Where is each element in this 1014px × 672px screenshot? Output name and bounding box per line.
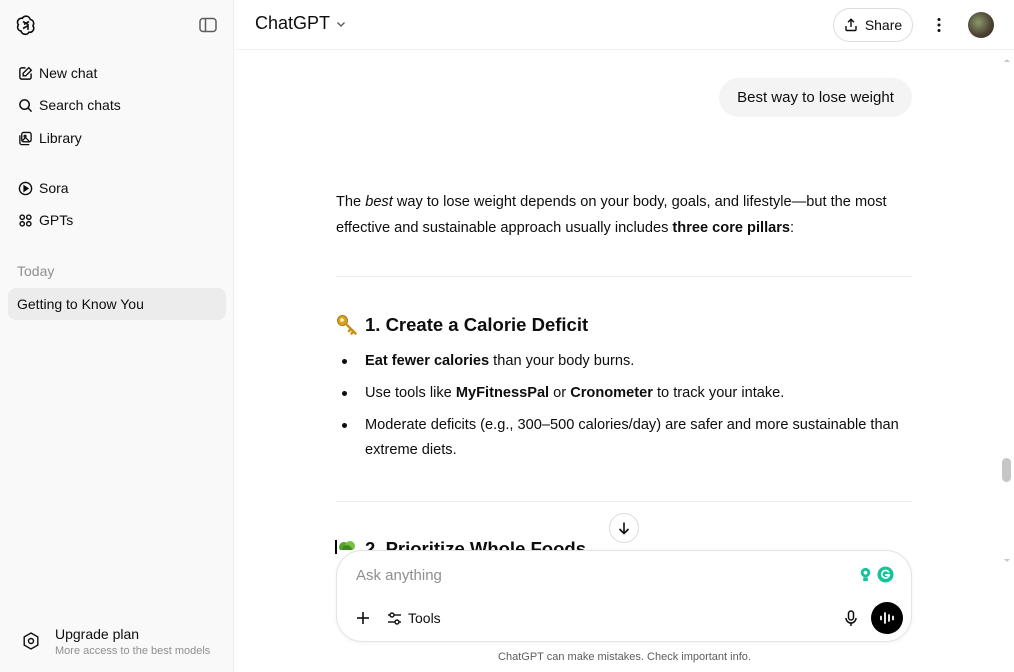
- top-header: ChatGPT Share: [235, 0, 1014, 50]
- text-cursor: [335, 540, 337, 554]
- bullet-text: than your body burns.: [489, 353, 635, 369]
- section-heading: 1. Create a Calorie Deficit: [336, 314, 588, 336]
- sidebar-item-label: GPTs: [39, 212, 74, 228]
- sidebar-item-label: New chat: [39, 65, 98, 81]
- model-selector[interactable]: ChatGPT: [255, 13, 347, 34]
- more-options-button[interactable]: [927, 13, 951, 37]
- scroll-to-bottom-button[interactable]: [609, 513, 639, 543]
- search-icon: [17, 97, 33, 113]
- intro-emphasis: best: [365, 194, 393, 210]
- intro-text: :: [790, 220, 795, 236]
- chevron-down-icon: [337, 21, 346, 27]
- section-heading-text: 2. Prioritize Whole Foods: [365, 538, 586, 550]
- upgrade-title: Upgrade plan: [55, 625, 140, 642]
- openai-logo-icon[interactable]: [14, 13, 38, 37]
- voice-mode-button[interactable]: [871, 602, 903, 634]
- waveform-icon: [880, 612, 894, 624]
- salad-emoji-icon: [339, 541, 355, 550]
- play-circle-icon: [17, 180, 33, 196]
- section-label-today: Today: [17, 263, 55, 279]
- share-label: Share: [864, 17, 903, 33]
- lightbulb-icon[interactable]: [857, 566, 874, 583]
- sidebar-item-label: Library: [39, 130, 82, 146]
- chat-history-item[interactable]: Getting to Know You: [8, 288, 226, 320]
- more-vertical-icon: [937, 18, 941, 32]
- plus-icon: [357, 612, 369, 624]
- share-icon: [845, 18, 857, 32]
- section-heading-text: 1. Create a Calorie Deficit: [365, 314, 589, 335]
- upgrade-plan-button[interactable]: Upgrade plan More access to the best mod…: [8, 618, 226, 664]
- list-item: Eat fewer calories than your body burns.: [342, 349, 912, 374]
- chat-history-label: Getting to Know You: [17, 296, 144, 312]
- bullet-list: Eat fewer calories than your body burns.…: [342, 349, 912, 470]
- user-message-bubble: Best way to lose weight: [719, 78, 912, 117]
- sidebar-item-label: Search chats: [39, 97, 121, 113]
- list-item: Use tools like MyFitnessPal or Cronomete…: [342, 381, 912, 406]
- intro-text: The: [336, 194, 366, 210]
- dictate-button[interactable]: [840, 607, 862, 629]
- divider: [336, 276, 912, 277]
- intro-strong: three core pillars: [672, 220, 791, 236]
- sliders-icon: [388, 611, 401, 625]
- sidebar-item-label: Sora: [39, 180, 69, 196]
- sidebar-item-new-chat[interactable]: New chat: [8, 58, 226, 88]
- sidebar-item-gpts[interactable]: GPTs: [8, 205, 226, 235]
- grid-icon: [17, 212, 33, 228]
- tools-button[interactable]: Tools: [387, 607, 441, 629]
- key-emoji-icon: [337, 315, 357, 335]
- bullet-text: Use tools like: [365, 385, 456, 401]
- bullet-text: or: [549, 385, 571, 401]
- assistant-intro-paragraph: The best way to lose weight depends on y…: [336, 189, 914, 241]
- share-button[interactable]: Share: [833, 8, 913, 42]
- prompt-input[interactable]: Ask anything: [356, 567, 442, 584]
- sidebar-item-sora[interactable]: Sora: [8, 173, 226, 203]
- bullet-text: to track your intake.: [652, 385, 785, 401]
- avatar[interactable]: [968, 12, 994, 38]
- bullet-strong: MyFitnessPal: [455, 385, 550, 401]
- model-name: ChatGPT: [255, 13, 331, 33]
- disclaimer-text: ChatGPT can make mistakes. Check importa…: [498, 651, 751, 663]
- add-attachment-button[interactable]: [352, 607, 374, 629]
- arrow-down-icon: [618, 522, 630, 535]
- sidebar: New chat Search chats Library Sora GPTs …: [0, 0, 234, 672]
- divider: [336, 501, 912, 502]
- sidebar-item-search-chats[interactable]: Search chats: [8, 90, 226, 120]
- scrollbar-thumb[interactable]: [1002, 458, 1011, 482]
- grammarly-icon[interactable]: [877, 566, 894, 583]
- tools-label: Tools: [408, 610, 441, 626]
- intro-text: way to lose weight depends on your body,…: [336, 194, 887, 236]
- message-composer: Ask anything Tools: [336, 550, 912, 642]
- bullet-text: Moderate deficits (e.g., 300–500 calorie…: [365, 417, 899, 458]
- bullet-strong: Eat fewer calories: [365, 353, 490, 369]
- sidebar-item-library[interactable]: Library: [8, 123, 226, 153]
- bullet-strong: Cronometer: [570, 385, 653, 401]
- extension-icons: [857, 566, 894, 583]
- scroll-down-arrow-icon[interactable]: [1002, 557, 1012, 565]
- microphone-icon: [845, 609, 857, 626]
- upgrade-subtitle: More access to the best models: [55, 644, 211, 657]
- toggle-sidebar-button[interactable]: [196, 13, 220, 37]
- user-message-text: Best way to lose weight: [737, 89, 894, 106]
- list-item: Moderate deficits (e.g., 300–500 calorie…: [342, 413, 912, 463]
- library-icon: [17, 130, 33, 146]
- edit-icon: [17, 65, 33, 81]
- scroll-up-arrow-icon[interactable]: [1002, 56, 1012, 64]
- upgrade-icon: [17, 627, 45, 655]
- section-heading-partial: 2. Prioritize Whole Foods: [336, 538, 586, 550]
